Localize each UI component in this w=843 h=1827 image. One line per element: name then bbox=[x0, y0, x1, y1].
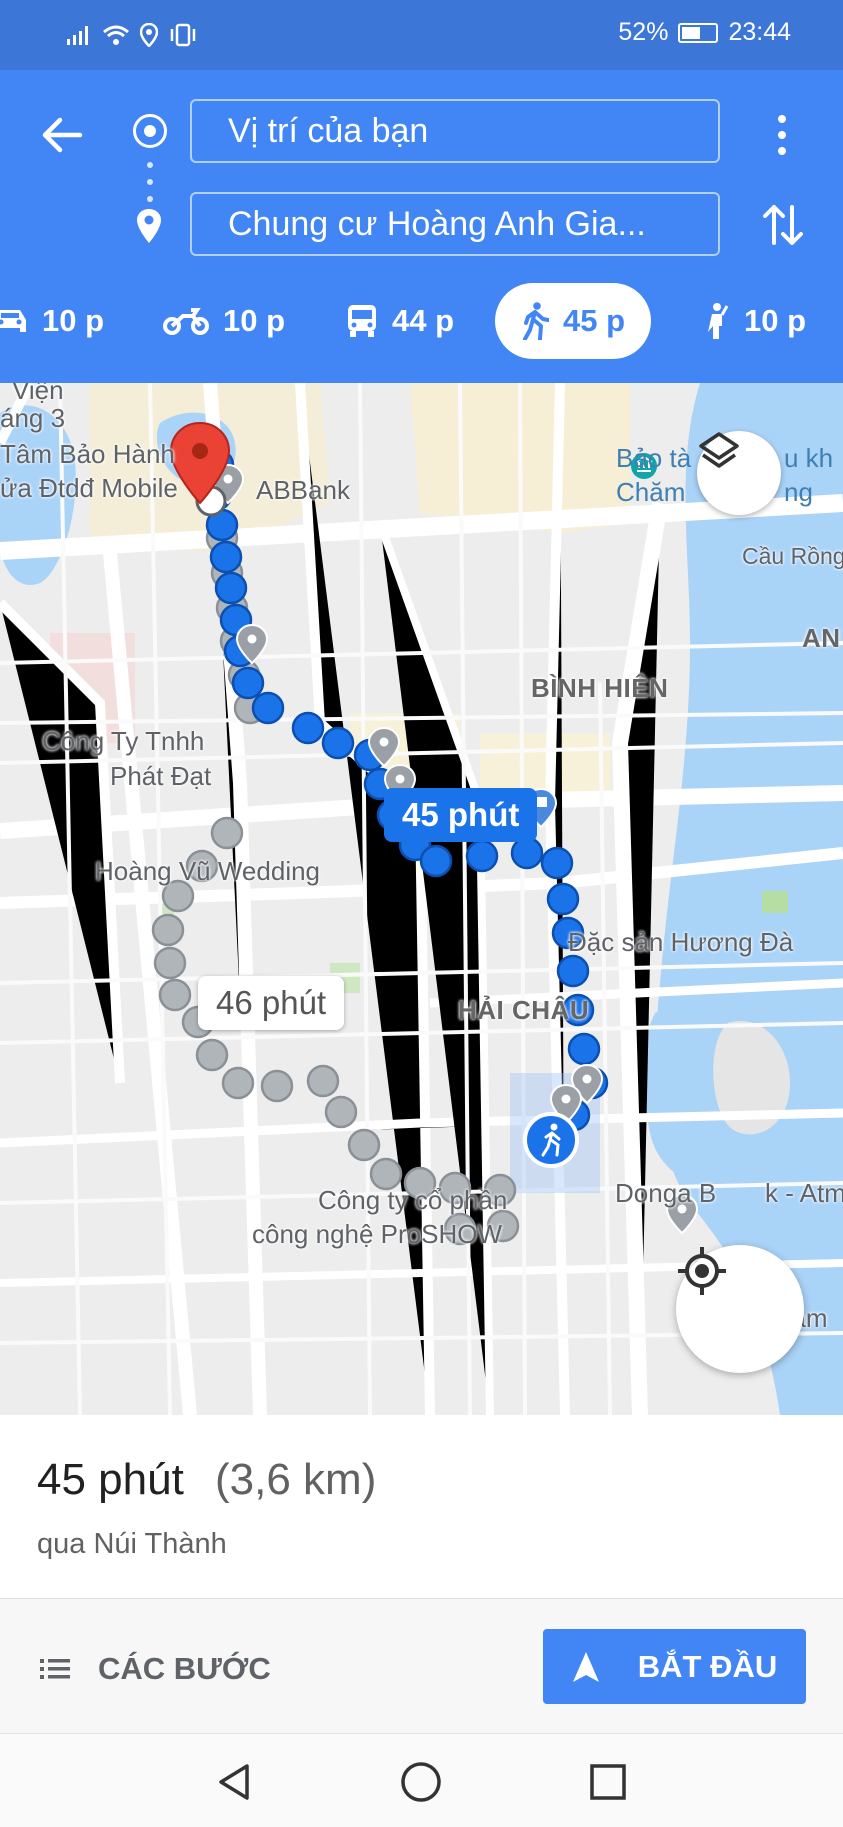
map-label-tam-bao-hanh: Tâm Bảo Hành bbox=[0, 439, 175, 469]
bus-icon bbox=[348, 305, 376, 337]
map-label-donga-bank-end: k - Atm bbox=[765, 1178, 843, 1208]
layers-icon bbox=[699, 432, 739, 468]
current-location-marker bbox=[523, 1112, 579, 1168]
action-bar: CÁC BƯỚC BẮT ĐẦU bbox=[0, 1598, 843, 1733]
primary-route-time-bubble[interactable]: 45 phút bbox=[384, 788, 538, 842]
start-label: BẮT ĐẦU bbox=[637, 1648, 778, 1684]
mode-transit-time: 44 p bbox=[392, 303, 455, 338]
walking-icon bbox=[523, 302, 549, 340]
start-button[interactable]: BẮT ĐẦU bbox=[543, 1629, 806, 1704]
mode-car-time: 10 p bbox=[42, 303, 105, 338]
steps-button[interactable]: CÁC BƯỚC bbox=[40, 1639, 271, 1699]
more-options-button[interactable] bbox=[762, 105, 802, 165]
navigation-arrow-icon bbox=[572, 1651, 599, 1682]
square-recents-icon bbox=[590, 1764, 626, 1800]
map-label-hoang-vu: Hoàng Vũ Wedding bbox=[95, 856, 321, 886]
map-label-phat-dat: Phát Đạt bbox=[110, 761, 212, 791]
battery-percent: 52% bbox=[618, 18, 669, 46]
origin-dot-icon bbox=[133, 114, 167, 148]
layers-button[interactable] bbox=[697, 431, 781, 515]
mode-walking-tab[interactable]: 45 p bbox=[495, 283, 652, 359]
map-label-binh-hien: BÌNH HIÊN bbox=[531, 673, 669, 703]
destination-field[interactable]: Chung cư Hoàng Anh Gia... bbox=[190, 192, 720, 256]
route-distance: (3,6 km) bbox=[215, 1455, 377, 1504]
ride-hail-icon bbox=[708, 303, 729, 339]
nav-recents-button[interactable] bbox=[578, 1752, 638, 1812]
nav-home-button[interactable] bbox=[391, 1752, 451, 1812]
battery-icon bbox=[678, 22, 719, 43]
list-icon bbox=[40, 1659, 70, 1679]
mode-ride-time: 10 p bbox=[744, 303, 807, 338]
my-location-button[interactable] bbox=[676, 1245, 804, 1373]
route-via: qua Núi Thành bbox=[37, 1528, 227, 1560]
map-label-hai-chau: HẢI CHÂU bbox=[458, 995, 590, 1025]
clock: 23:44 bbox=[728, 18, 791, 46]
map-label-cong-ty-co-phan: Công ty cổ phần bbox=[318, 1185, 508, 1215]
alt-route-time-bubble[interactable]: 46 phút bbox=[198, 976, 345, 1030]
triangle-back-icon bbox=[219, 1764, 249, 1800]
map-label-cong-nghe: công nghệ ProSHOW bbox=[252, 1219, 503, 1249]
arrow-back-icon bbox=[42, 117, 83, 153]
map-label-cau-rong: Cầu Rồng bbox=[742, 543, 843, 569]
route-duration: 45 phút bbox=[37, 1455, 184, 1504]
car-icon bbox=[0, 310, 26, 332]
map-view[interactable]: Viện áng 3 Tâm Bảo Hành ửa Đtdđ Mobile A… bbox=[0, 383, 843, 1415]
map-label-bao-tang: Bảo tà bbox=[616, 443, 692, 473]
system-nav-bar bbox=[0, 1733, 843, 1827]
motorbike-icon bbox=[163, 308, 209, 335]
mode-walking-time: 45 p bbox=[563, 303, 626, 338]
map-label-bao-tang-b: u kh bbox=[784, 443, 834, 473]
signal-icon bbox=[67, 26, 88, 45]
map-label-cham-b: ng bbox=[784, 477, 813, 507]
location-icon bbox=[140, 23, 158, 47]
wifi-icon bbox=[103, 25, 129, 45]
mode-car-tab[interactable]: 10 p bbox=[0, 283, 104, 359]
crosshair-icon bbox=[678, 1247, 726, 1295]
vibrate-icon bbox=[170, 23, 196, 47]
mode-transit-tab[interactable]: 44 p bbox=[346, 283, 454, 359]
nav-back-button[interactable] bbox=[205, 1752, 265, 1812]
origin-field[interactable]: Vị trí của bạn bbox=[190, 99, 720, 163]
circle-home-icon bbox=[401, 1762, 441, 1802]
steps-label: CÁC BƯỚC bbox=[98, 1651, 271, 1686]
maps-directions-screen: 52% 23:44 Vị trí của bạn Chung cư Hoàng … bbox=[0, 0, 843, 1827]
map-label-sua-dtdd: ửa Đtdđ Mobile bbox=[0, 473, 178, 503]
travel-modes: 10 p 10 p 44 p 45 p 10 p bbox=[0, 283, 843, 369]
status-icons bbox=[66, 20, 198, 50]
swap-icon[interactable] bbox=[758, 195, 808, 255]
map-label-dac-san: Đặc sản Hương Đà bbox=[568, 927, 794, 957]
map-label-thang3: áng 3 bbox=[0, 403, 66, 433]
status-right: 52% 23:44 bbox=[618, 18, 791, 47]
destination-pin-icon bbox=[137, 209, 161, 243]
status-bar: 52% 23:44 bbox=[0, 0, 843, 70]
map-label-abbank: ABBank bbox=[256, 475, 350, 505]
directions-header: Vị trí của bạn Chung cư Hoàng Anh Gia...… bbox=[0, 70, 843, 383]
mode-ride-tab[interactable]: 10 p bbox=[700, 283, 806, 359]
back-button[interactable] bbox=[32, 105, 92, 165]
map-label-cham: Chăm bbox=[616, 477, 686, 507]
route-summary[interactable]: 45 phút (3,6 km) qua Núi Thành bbox=[0, 1415, 843, 1598]
mode-motorbike-tab[interactable]: 10 p bbox=[163, 283, 285, 359]
map-label-an: AN bbox=[802, 623, 841, 653]
map-label-donga-bank: Donga B bbox=[615, 1178, 717, 1208]
mode-motorbike-time: 10 p bbox=[223, 303, 286, 338]
connector-dots-icon bbox=[147, 162, 153, 202]
map-label-cong-ty-tnhh: Công Ty Tnhh bbox=[42, 726, 205, 756]
